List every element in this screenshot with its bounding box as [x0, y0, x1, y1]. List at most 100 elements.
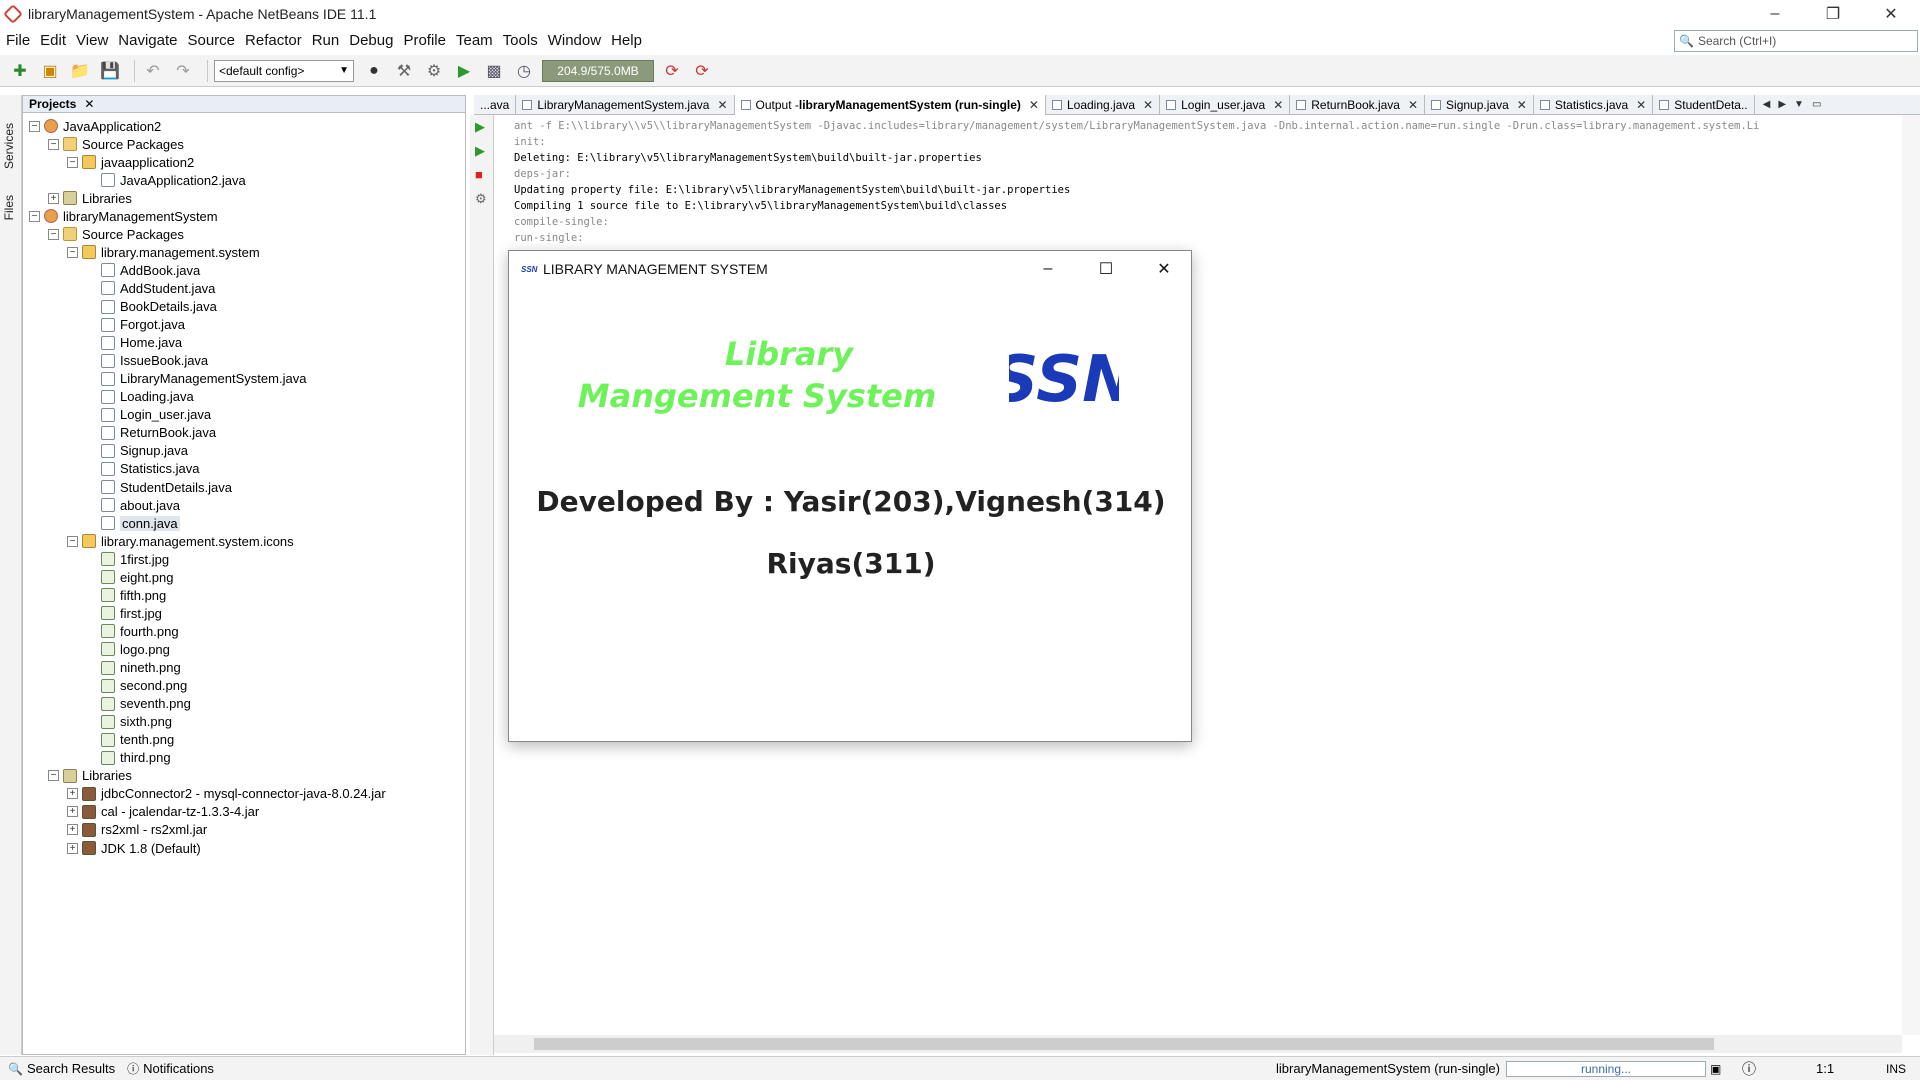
menu-run[interactable]: Run [312, 32, 340, 49]
tree-item[interactable]: + JDK 1.8 (Default) [67, 839, 201, 857]
tree-item[interactable]: about.java [86, 496, 180, 514]
search-input[interactable]: 🔍 Search (Ctrl+I) [1674, 30, 1918, 52]
editor-tab[interactable]: Login_user.java ✕ [1160, 94, 1291, 115]
editor-tab[interactable]: LibraryManagementSystem.java ✕ [516, 94, 735, 115]
tree-item[interactable]: ReturnBook.java [86, 424, 216, 442]
debug-icon[interactable]: ▩ [482, 59, 506, 83]
close-icon[interactable]: ✕ [1029, 98, 1039, 112]
collapse-icon[interactable]: − [48, 138, 59, 150]
menu-debug[interactable]: Debug [349, 32, 393, 49]
close-icon[interactable]: ✕ [1143, 98, 1153, 112]
clean-build-icon[interactable]: ⚙ [422, 59, 446, 83]
search-results-tab[interactable]: Search Results [27, 1061, 115, 1076]
stop-icon[interactable]: ■ [475, 167, 489, 182]
close-icon[interactable]: ✕ [1273, 98, 1283, 112]
tree-item[interactable]: conn.java [86, 514, 180, 532]
editor-tab[interactable]: StudentDeta.. [1653, 94, 1755, 115]
tree-item[interactable]: − library.management.system.icons [67, 532, 294, 550]
tree-item[interactable]: − javaapplication2 [67, 153, 194, 171]
tree-item[interactable]: − Source Packages [48, 135, 184, 153]
expand-icon[interactable]: + [67, 842, 78, 854]
menu-navigate[interactable]: Navigate [118, 32, 177, 49]
menu-edit[interactable]: Edit [40, 32, 66, 49]
close-icon[interactable]: ✕ [1408, 98, 1418, 112]
rerun-options-icon[interactable]: ▶ [475, 143, 489, 158]
editor-tab[interactable]: Loading.java ✕ [1046, 94, 1161, 115]
menu-view[interactable]: View [76, 32, 108, 49]
projects-tab[interactable]: Projects ✕ [23, 96, 465, 113]
notifications-icon[interactable]: ⓘ [127, 1060, 139, 1077]
tree-item[interactable]: + rs2xml - rs2xml.jar [67, 821, 207, 839]
close-button[interactable]: ✕ [1862, 0, 1920, 28]
globe-icon[interactable]: ● [362, 59, 386, 83]
info-icon[interactable]: ⓘ [1742, 1059, 1756, 1079]
tree-item[interactable]: sixth.png [86, 713, 172, 731]
profile-icon[interactable]: ◷ [512, 59, 536, 83]
gc-icon[interactable]: ⟳ [660, 59, 684, 83]
editor-tab[interactable]: Output - libraryManagementSystem (run-si… [734, 94, 1046, 115]
tab-scroll-right-icon[interactable]: ▶ [1778, 99, 1786, 110]
close-icon[interactable]: ✕ [84, 97, 94, 111]
menu-profile[interactable]: Profile [403, 32, 446, 49]
menu-refactor[interactable]: Refactor [245, 32, 302, 49]
new-file-icon[interactable]: ✚ [8, 59, 32, 83]
tree-item[interactable]: JavaApplication2.java [86, 171, 246, 189]
tree-item[interactable]: IssueBook.java [86, 352, 208, 370]
close-icon[interactable]: ✕ [1636, 98, 1646, 112]
menu-team[interactable]: Team [456, 32, 493, 49]
tree-item[interactable]: + jdbcConnector2 - mysql-connector-java-8… [67, 785, 386, 803]
menu-file[interactable]: File [6, 32, 30, 49]
files-tab[interactable]: Files [2, 195, 16, 220]
config-select[interactable]: <default config> ▼ [214, 59, 354, 82]
tree-item[interactable]: Login_user.java [86, 406, 211, 424]
restore-button[interactable]: ❐ [1804, 0, 1862, 28]
collapse-icon[interactable]: − [29, 210, 40, 222]
collapse-icon[interactable]: − [67, 535, 78, 547]
tab-list-icon[interactable]: ▼ [1794, 99, 1804, 110]
notifications-tab[interactable]: Notifications [143, 1061, 214, 1076]
tree-item[interactable]: 1first.jpg [86, 550, 169, 568]
expand-icon[interactable]: + [67, 806, 78, 818]
tree-item[interactable]: first.jpg [86, 604, 162, 622]
editor-tab[interactable]: ...ava [474, 94, 517, 115]
tree-item[interactable]: Statistics.java [86, 460, 199, 478]
editor-tab[interactable]: Signup.java ✕ [1425, 94, 1534, 115]
minimize-button[interactable]: – [1746, 0, 1804, 28]
search-results-icon[interactable]: 🔍 [8, 1062, 23, 1076]
tree-item[interactable]: seventh.png [86, 695, 191, 713]
dialog-maximize-button[interactable]: ☐ [1077, 251, 1135, 287]
tree-item[interactable]: nineth.png [86, 659, 181, 677]
vertical-scrollbar[interactable] [1902, 115, 1920, 1035]
build-hammer-icon[interactable]: ⚒ [392, 59, 416, 83]
close-icon[interactable]: ✕ [717, 98, 727, 112]
undo-icon[interactable]: ↶ [141, 59, 165, 83]
dialog-minimize-button[interactable]: – [1019, 251, 1077, 287]
expand-icon[interactable]: + [67, 824, 78, 836]
collapse-icon[interactable]: − [29, 120, 40, 132]
menu-source[interactable]: Source [187, 32, 235, 49]
tree-item[interactable]: AddBook.java [86, 261, 200, 279]
tree-item[interactable]: fifth.png [86, 586, 166, 604]
expand-icon[interactable]: + [67, 788, 78, 800]
tree-item[interactable]: logo.png [86, 640, 170, 658]
close-icon[interactable]: ✕ [1517, 98, 1527, 112]
menu-tools[interactable]: Tools [503, 32, 538, 49]
collapse-icon[interactable]: − [48, 228, 59, 240]
editor-tab[interactable]: Statistics.java ✕ [1534, 94, 1654, 115]
memory-indicator[interactable]: 204.9/575.0MB [542, 59, 654, 82]
editor-tab[interactable]: ReturnBook.java ✕ [1290, 94, 1426, 115]
new-project-icon[interactable]: ▣ [38, 59, 62, 83]
rerun-icon[interactable]: ▶ [475, 119, 489, 134]
menu-help[interactable]: Help [611, 32, 642, 49]
tree-item[interactable]: + cal - jcalendar-tz-1.3.3-4.jar [67, 803, 259, 821]
tree-item[interactable]: second.png [86, 677, 187, 695]
profiler-icon[interactable]: ⟳ [690, 59, 714, 83]
expand-icon[interactable]: + [48, 192, 59, 204]
save-all-icon[interactable]: 💾 [98, 59, 122, 83]
open-project-icon[interactable]: 📁 [68, 59, 92, 83]
menu-window[interactable]: Window [548, 32, 601, 49]
tree-item[interactable]: + Libraries [48, 189, 132, 207]
tree-item[interactable]: Loading.java [86, 388, 194, 406]
settings-icon[interactable]: ⚙ [475, 191, 489, 206]
tree-item[interactable]: − Source Packages [48, 225, 184, 243]
